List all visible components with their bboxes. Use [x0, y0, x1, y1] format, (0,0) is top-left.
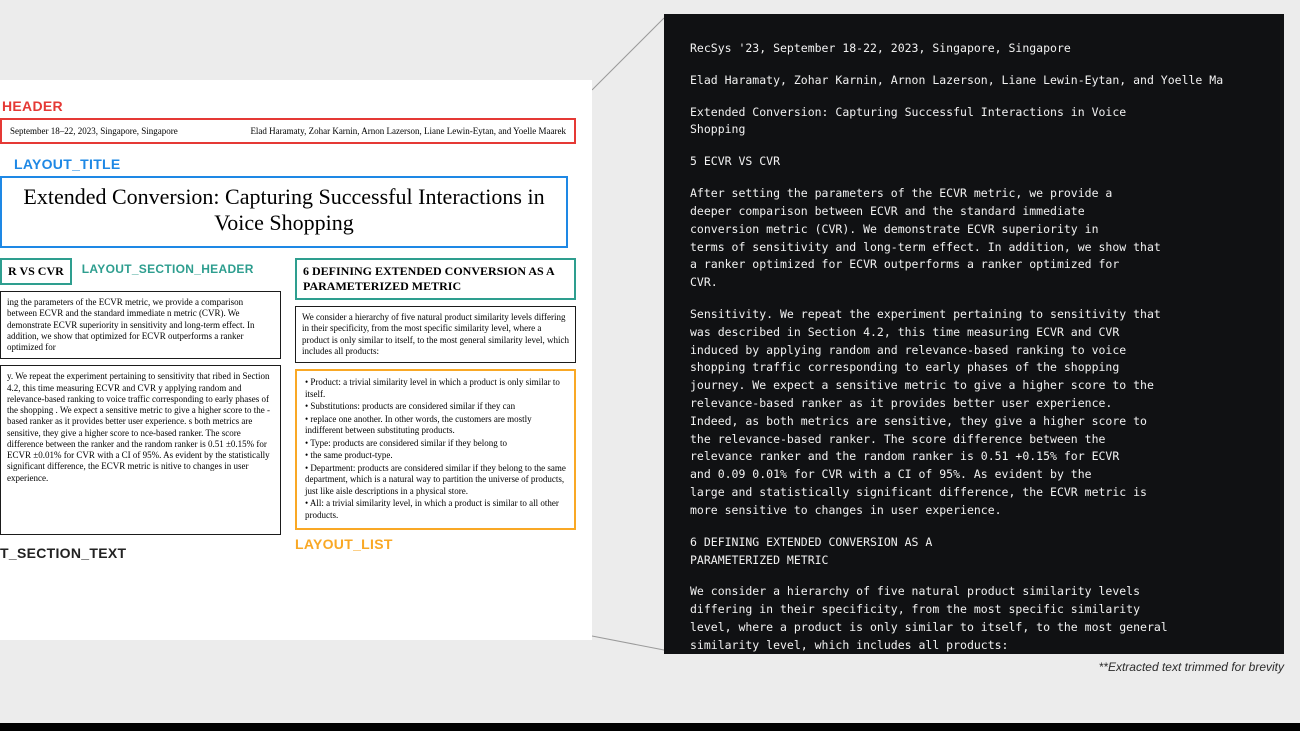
list-item: • Product: a trivial similarity level in…	[305, 377, 566, 400]
extracted-line: 5 ECVR VS CVR	[690, 153, 1258, 171]
section-header-left: R VS CVR	[0, 258, 72, 285]
layout-list-box: • Product: a trivial similarity level in…	[295, 369, 576, 530]
list-item: • replace one another. In other words, t…	[305, 414, 566, 437]
header-left: September 18–22, 2023, Singapore, Singap…	[10, 126, 178, 136]
list-item: • Department: products are considered si…	[305, 463, 566, 498]
header-right: Elad Haramaty, Zohar Karnin, Arnon Lazer…	[250, 126, 566, 136]
left-column: R VS CVR LAYOUT_SECTION_HEADER ing the p…	[0, 258, 281, 561]
list-item: • Substitutions: products are considered…	[305, 401, 566, 413]
label-layout-list: LAYOUT_LIST	[295, 536, 576, 552]
header-box: September 18–22, 2023, Singapore, Singap…	[0, 118, 576, 144]
extracted-line: Sensitivity. We repeat the experiment pe…	[690, 306, 1258, 520]
caption: **Extracted text trimmed for brevity	[664, 660, 1284, 674]
right-column: 6 DEFINING EXTENDED CONVERSION AS A PARA…	[295, 258, 576, 561]
title-box: Extended Conversion: Capturing Successfu…	[0, 176, 568, 248]
section-header-right: 6 DEFINING EXTENDED CONVERSION AS A PARA…	[295, 258, 576, 300]
list-item: • All: a trivial similarity level, in wh…	[305, 498, 566, 521]
extracted-text-panel: RecSys '23, September 18-22, 2023, Singa…	[664, 14, 1284, 654]
label-section-header: LAYOUT_SECTION_HEADER	[82, 262, 254, 276]
list-item: • Type: products are considered similar …	[305, 438, 566, 450]
section-text-2: y. We repeat the experiment pertaining t…	[0, 365, 281, 535]
extracted-line: Elad Haramaty, Zohar Karnin, Arnon Lazer…	[690, 72, 1258, 90]
label-layout-title: LAYOUT_TITLE	[14, 156, 576, 172]
section-text-1: ing the parameters of the ECVR metric, w…	[0, 291, 281, 359]
label-header: HEADER	[2, 98, 576, 114]
extracted-line: After setting the parameters of the ECVR…	[690, 185, 1258, 292]
extracted-line: Extended Conversion: Capturing Successfu…	[690, 104, 1258, 140]
extracted-line: We consider a hierarchy of five natural …	[690, 583, 1258, 654]
bottom-strip	[0, 723, 1300, 731]
annotated-page: HEADER September 18–22, 2023, Singapore,…	[0, 80, 592, 640]
section-intro-right: We consider a hierarchy of five natural …	[295, 306, 576, 363]
extracted-line: RecSys '23, September 18-22, 2023, Singa…	[690, 40, 1258, 58]
extracted-line: 6 DEFINING EXTENDED CONVERSION AS A PARA…	[690, 534, 1258, 570]
list-item: • the same product-type.	[305, 450, 566, 462]
label-section-text: T_SECTION_TEXT	[0, 545, 281, 561]
